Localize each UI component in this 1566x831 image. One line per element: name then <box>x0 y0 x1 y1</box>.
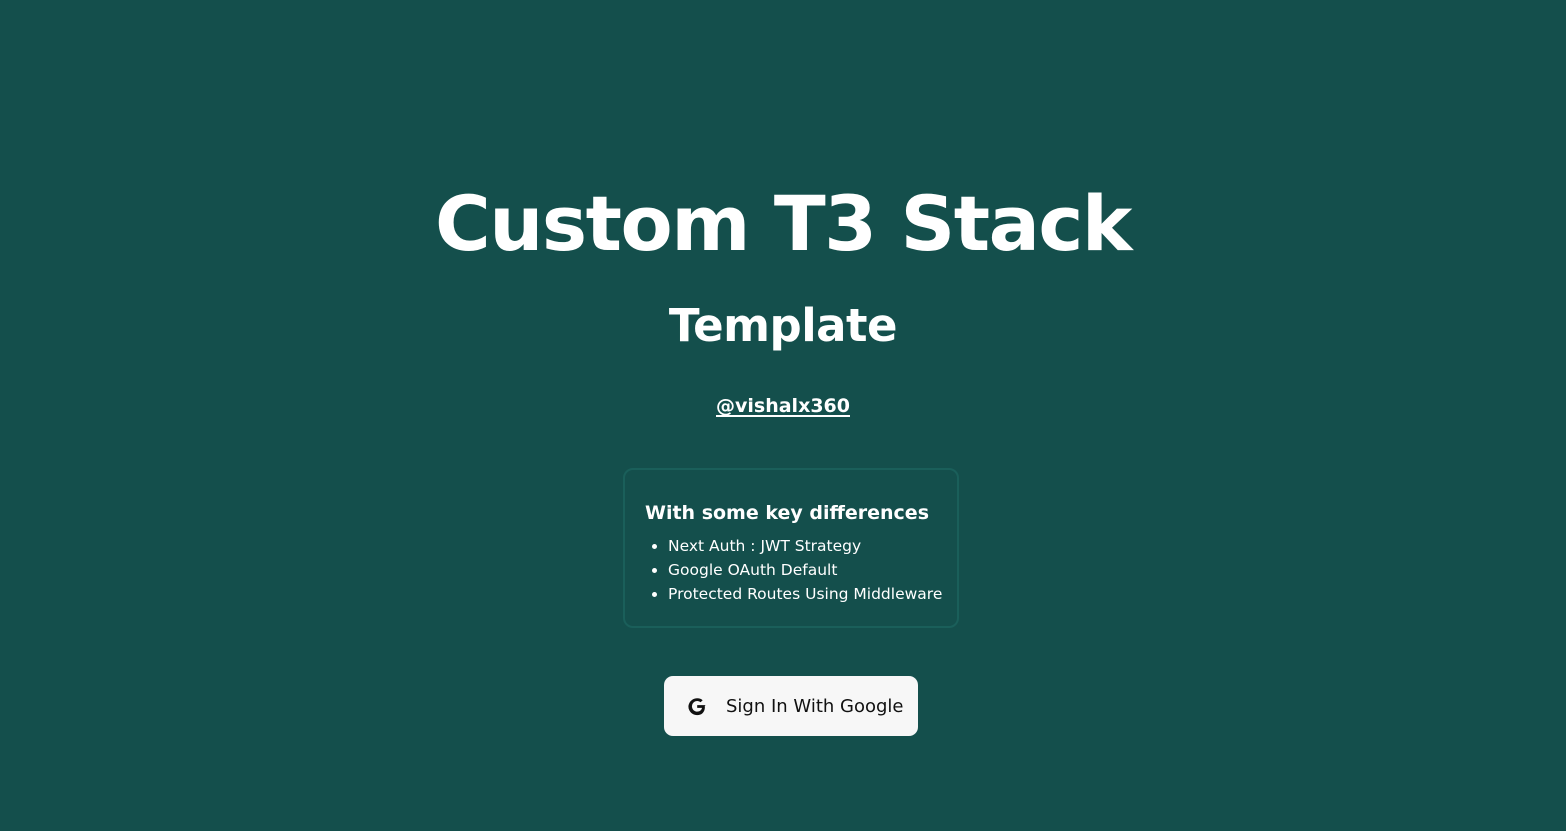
sign-in-label: Sign In With Google <box>726 695 904 717</box>
feature-item: Next Auth : JWT Strategy <box>668 534 957 558</box>
features-card: With some key differences Next Auth : JW… <box>623 468 959 628</box>
google-icon <box>686 695 708 717</box>
sign-in-with-google-button[interactable]: Sign In With Google <box>664 676 918 736</box>
landing-page: Custom T3 Stack Template @vishalx360 Wit… <box>0 0 1566 831</box>
features-heading: With some key differences <box>645 502 929 524</box>
page-subtitle: Template <box>668 299 898 352</box>
page-title: Custom T3 Stack <box>435 179 1132 268</box>
author-handle-container: @vishalx360 <box>0 393 1566 419</box>
author-handle-link[interactable]: @vishalx360 <box>716 395 850 417</box>
feature-item: Google OAuth Default <box>668 558 957 582</box>
feature-item: Protected Routes Using Middleware <box>668 582 957 606</box>
features-list: Next Auth : JWT Strategy Google OAuth De… <box>645 534 957 606</box>
